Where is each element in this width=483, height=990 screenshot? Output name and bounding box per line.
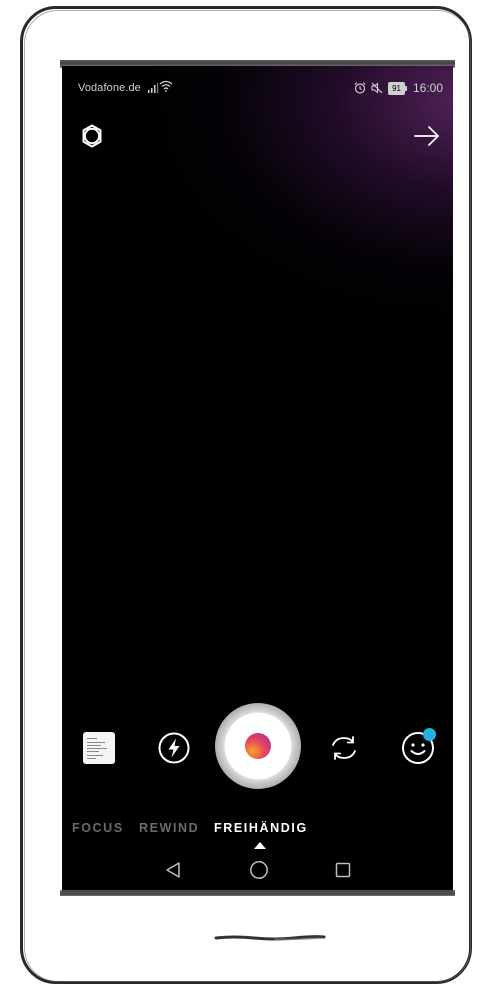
notification-dot — [423, 728, 436, 741]
tab-freihandig[interactable]: FREIHÄNDIG — [214, 821, 308, 835]
tab-rewind[interactable]: REWIND — [139, 821, 199, 835]
gallery-thumbnail[interactable] — [83, 732, 115, 764]
wifi-icon — [159, 80, 173, 92]
settings-ring-icon[interactable] — [78, 122, 106, 150]
status-right: 91 16:00 — [354, 81, 443, 95]
record-shutter[interactable] — [245, 733, 271, 759]
camera-mode-tabs: FOCUS REWIND FREIHÄNDIG — [62, 821, 453, 839]
page: Vodafone.de 91 16:00 FOCUS REWIND FREIHÄ… — [0, 0, 483, 990]
mute-icon — [371, 82, 383, 94]
status-bar: Vodafone.de 91 16:00 — [62, 66, 453, 110]
screen-edge-bottom — [60, 890, 455, 896]
active-mode-indicator — [254, 842, 266, 849]
switch-camera-icon[interactable] — [329, 733, 359, 763]
tab-focus[interactable]: FOCUS — [72, 821, 124, 835]
battery-level: 91 — [388, 81, 407, 95]
phone-speaker-mark — [214, 935, 326, 941]
carrier-name: Vodafone.de — [78, 82, 141, 94]
flash-off-icon[interactable] — [157, 731, 191, 765]
phone-screen: Vodafone.de 91 16:00 FOCUS REWIND FREIHÄ… — [62, 66, 453, 892]
alarm-icon — [354, 82, 366, 94]
signal-icon — [148, 83, 159, 93]
status-time: 16:00 — [412, 81, 443, 95]
triangle-back-icon[interactable] — [165, 861, 181, 879]
square-recents-icon[interactable] — [335, 862, 351, 878]
circle-home-icon[interactable] — [249, 860, 269, 880]
arrow-right-icon[interactable] — [413, 124, 441, 148]
